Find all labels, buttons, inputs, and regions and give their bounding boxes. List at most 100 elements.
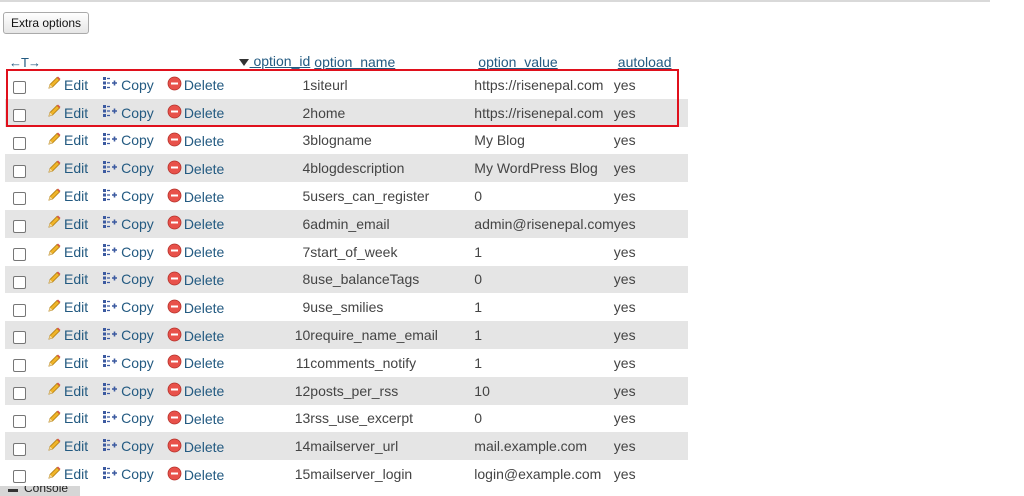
- edit-button[interactable]: Edit: [46, 214, 88, 233]
- copy-label: Copy: [121, 271, 154, 288]
- row-checkbox[interactable]: [13, 414, 26, 428]
- row-checkbox[interactable]: [13, 136, 26, 150]
- column-resize-arrows[interactable]: ←T→: [5, 52, 225, 71]
- copy-button[interactable]: Copy: [101, 187, 154, 206]
- row-checkbox[interactable]: [13, 164, 26, 178]
- row-checkbox[interactable]: [13, 81, 26, 95]
- edit-button[interactable]: Edit: [46, 353, 88, 372]
- column-header-option-id[interactable]: option_id: [224, 52, 311, 71]
- edit-button[interactable]: Edit: [46, 187, 88, 206]
- option-id-header-label: option_id: [253, 52, 311, 69]
- copy-button[interactable]: Copy: [101, 437, 154, 456]
- copy-button[interactable]: Copy: [101, 159, 154, 178]
- delete-button[interactable]: Delete: [167, 188, 224, 206]
- row-actions-cell: Edit Copy Delete: [5, 237, 225, 266]
- delete-label: Delete: [183, 355, 225, 372]
- delete-button[interactable]: Delete: [167, 104, 224, 122]
- row-checkbox[interactable]: [13, 220, 26, 234]
- sort-descending-triangle-icon: [238, 54, 250, 70]
- delete-label: Delete: [183, 105, 225, 122]
- edit-button[interactable]: Edit: [46, 242, 88, 261]
- row-checkbox[interactable]: [13, 386, 26, 400]
- delete-button[interactable]: Delete: [167, 76, 224, 94]
- pencil-icon: [46, 381, 62, 400]
- delete-button[interactable]: Delete: [167, 243, 224, 261]
- copy-icon: [101, 298, 119, 317]
- copy-button[interactable]: Copy: [101, 465, 154, 484]
- option-id-cell: 15: [224, 460, 311, 488]
- edit-button[interactable]: Edit: [46, 409, 88, 428]
- option-name-cell: siteurl: [310, 70, 475, 99]
- delete-button[interactable]: Delete: [167, 438, 224, 456]
- row-checkbox[interactable]: [13, 275, 26, 289]
- delete-label: Delete: [183, 327, 225, 344]
- edit-button[interactable]: Edit: [46, 381, 88, 400]
- row-checkbox[interactable]: [13, 303, 26, 317]
- copy-button[interactable]: Copy: [101, 326, 154, 345]
- option-name-cell: use_smilies: [310, 293, 475, 322]
- copy-button[interactable]: Copy: [101, 242, 154, 261]
- copy-label: Copy: [121, 327, 154, 344]
- copy-button[interactable]: Copy: [101, 381, 154, 400]
- option-id-cell: 14: [224, 432, 311, 461]
- row-checkbox[interactable]: [13, 359, 26, 373]
- copy-button[interactable]: Copy: [101, 298, 154, 317]
- extra-options-button[interactable]: Extra options: [3, 12, 90, 34]
- delete-button[interactable]: Delete: [167, 299, 224, 317]
- delete-button[interactable]: Delete: [167, 354, 224, 372]
- delete-label: Delete: [183, 299, 225, 316]
- pencil-icon: [46, 465, 62, 484]
- delete-button[interactable]: Delete: [167, 160, 224, 178]
- copy-label: Copy: [121, 354, 154, 371]
- delete-button[interactable]: Delete: [167, 410, 224, 428]
- copy-button[interactable]: Copy: [101, 353, 154, 372]
- copy-label: Copy: [121, 104, 154, 121]
- edit-button[interactable]: Edit: [46, 103, 88, 122]
- table-row: Edit Copy Delete 8 use_balanceTags 0 yes: [5, 265, 688, 294]
- table-row: Edit Copy Delete 11 comments_notify 1 yes: [5, 348, 688, 377]
- edit-button[interactable]: Edit: [46, 326, 88, 345]
- table-row: Edit Copy Delete 4 blogdescription My WordPre…: [5, 154, 688, 183]
- delete-circle-icon: [167, 466, 182, 484]
- row-actions-cell: Edit Copy Delete: [5, 70, 225, 99]
- edit-button[interactable]: Edit: [46, 159, 88, 178]
- copy-button[interactable]: Copy: [101, 75, 154, 94]
- copy-button[interactable]: Copy: [101, 131, 154, 150]
- row-checkbox[interactable]: [13, 108, 26, 122]
- autoload-cell: yes: [613, 98, 688, 127]
- delete-button[interactable]: Delete: [167, 327, 224, 345]
- copy-label: Copy: [121, 132, 154, 149]
- row-checkbox[interactable]: [13, 247, 26, 261]
- copy-icon: [101, 214, 119, 233]
- delete-button[interactable]: Delete: [167, 132, 224, 150]
- table-row: Edit Copy Delete 3 blogname My Blog yes: [5, 126, 688, 155]
- edit-button[interactable]: Edit: [46, 437, 88, 456]
- pencil-icon: [46, 326, 62, 345]
- copy-button[interactable]: Copy: [101, 103, 154, 122]
- row-checkbox[interactable]: [13, 470, 26, 484]
- copy-button[interactable]: Copy: [101, 214, 154, 233]
- column-header-option-value[interactable]: option_value: [474, 52, 614, 71]
- table-row: Edit Copy Delete 5 users_can_register 0 yes: [5, 182, 688, 210]
- edit-button[interactable]: Edit: [46, 298, 88, 317]
- edit-button[interactable]: Edit: [46, 131, 88, 150]
- copy-label: Copy: [121, 188, 154, 205]
- delete-button[interactable]: Delete: [167, 215, 224, 233]
- copy-button[interactable]: Copy: [101, 409, 154, 428]
- column-header-autoload[interactable]: autoload: [613, 52, 688, 71]
- edit-button[interactable]: Edit: [46, 270, 88, 289]
- edit-button[interactable]: Edit: [46, 75, 88, 94]
- copy-button[interactable]: Copy: [101, 270, 154, 289]
- pencil-icon: [46, 298, 62, 317]
- edit-button[interactable]: Edit: [46, 465, 88, 484]
- delete-button[interactable]: Delete: [167, 271, 224, 289]
- column-header-option-name[interactable]: option_name: [310, 52, 475, 71]
- copy-icon: [101, 326, 119, 345]
- delete-button[interactable]: Delete: [167, 466, 224, 484]
- row-checkbox[interactable]: [13, 442, 26, 456]
- row-checkbox[interactable]: [13, 331, 26, 345]
- console-bar[interactable]: Console: [0, 486, 80, 496]
- delete-button[interactable]: Delete: [167, 382, 224, 400]
- delete-circle-icon: [167, 299, 182, 317]
- row-checkbox[interactable]: [13, 192, 26, 206]
